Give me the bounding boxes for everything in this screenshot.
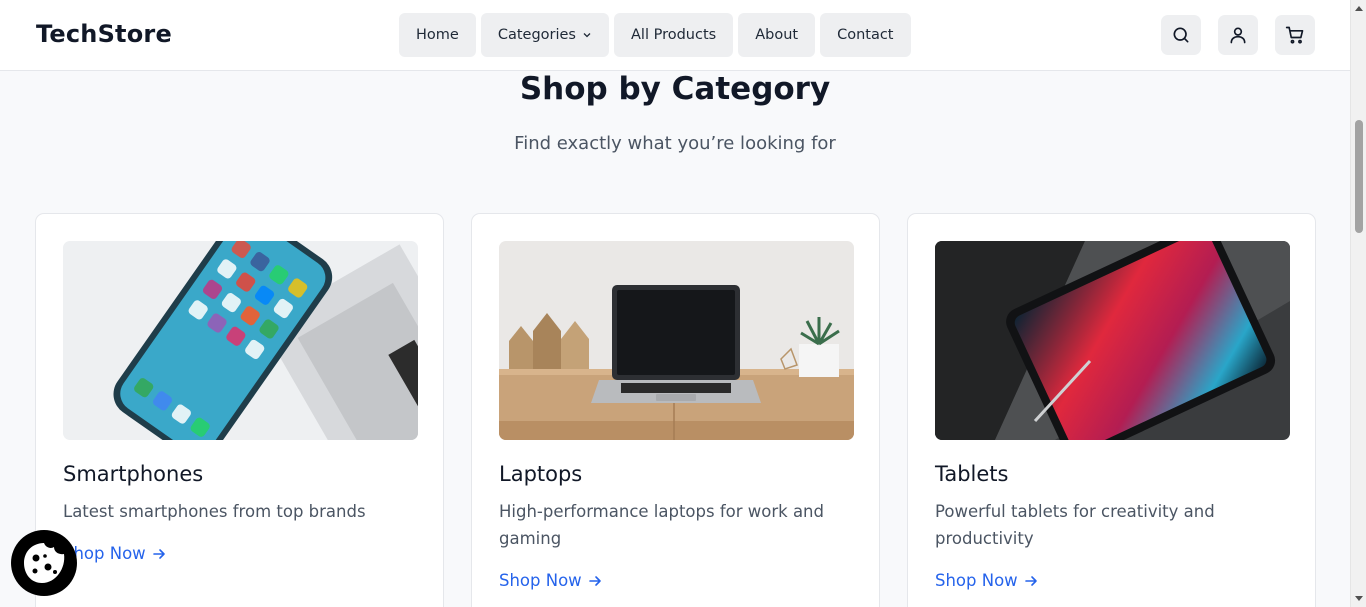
- smartphones-image[interactable]: [63, 241, 418, 440]
- cart-icon: [1285, 26, 1304, 44]
- main-nav: Home Categories All Products About Conta…: [399, 13, 911, 57]
- scrollbar-thumb[interactable]: [1355, 120, 1363, 233]
- nav-about[interactable]: About: [738, 13, 816, 57]
- card-description: Powerful tablets for creativity and prod…: [935, 502, 1215, 548]
- site-header: TechStore Home Categories All Products A…: [0, 0, 1350, 71]
- user-icon: [1230, 27, 1246, 44]
- nav-home-label: Home: [416, 27, 459, 43]
- section-subtitle: Find exactly what you’re looking for: [514, 133, 836, 154]
- chevron-down-icon: [583, 33, 591, 38]
- search-button[interactable]: [1161, 15, 1201, 55]
- category-card-laptops[interactable]: Laptops High-performance laptops for wor…: [471, 213, 880, 607]
- card-title: Tablets: [935, 462, 1009, 486]
- nav-all-products-label: All Products: [631, 27, 717, 43]
- site-logo[interactable]: TechStore: [36, 20, 172, 48]
- section-title: Shop by Category: [519, 71, 831, 107]
- arrow-right-icon: [588, 575, 601, 586]
- laptops-image[interactable]: [499, 241, 854, 440]
- category-card-tablets[interactable]: Tablets Powerful tablets for creativity …: [907, 213, 1316, 607]
- header-actions: [1161, 15, 1315, 55]
- account-button[interactable]: [1218, 15, 1258, 55]
- nav-categories[interactable]: Categories: [480, 13, 609, 57]
- card-title: Smartphones: [63, 462, 204, 486]
- tablets-image[interactable]: [935, 241, 1290, 440]
- arrow-right-icon: [1024, 575, 1037, 586]
- nav-home[interactable]: Home: [399, 13, 476, 57]
- cart-button[interactable]: [1275, 15, 1315, 55]
- nav-about-label: About: [755, 27, 799, 43]
- shop-now-link-laptops[interactable]: Shop Now: [499, 571, 602, 590]
- nav-categories-label: Categories: [497, 27, 576, 43]
- triangle-down-icon: [1355, 596, 1363, 601]
- nav-all-products[interactable]: All Products: [614, 13, 734, 57]
- arrow-right-icon: [152, 548, 165, 559]
- shop-now-link-smartphones[interactable]: Shop Now: [63, 544, 166, 563]
- shop-now-link-tablets[interactable]: Shop Now: [935, 571, 1038, 590]
- nav-contact-label: Contact: [837, 27, 894, 43]
- nav-contact[interactable]: Contact: [820, 13, 911, 57]
- shop-now-label: Shop Now: [499, 571, 582, 590]
- card-description: Latest smartphones from top brands: [63, 502, 366, 521]
- cookie-icon: [24, 543, 65, 583]
- cookie-settings-button[interactable]: [11, 530, 77, 596]
- scroll-up-arrow[interactable]: [1351, 0, 1366, 16]
- card-title: Laptops: [499, 462, 583, 486]
- card-description: High-performance laptops for work and ga…: [499, 502, 824, 548]
- search-icon: [1173, 27, 1189, 43]
- page-scrollbar[interactable]: [1350, 0, 1366, 607]
- scroll-down-arrow[interactable]: [1351, 591, 1366, 607]
- shop-now-label: Shop Now: [935, 571, 1018, 590]
- category-card-smartphones[interactable]: Smartphones Latest smartphones from top …: [35, 213, 444, 607]
- triangle-up-icon: [1355, 6, 1363, 11]
